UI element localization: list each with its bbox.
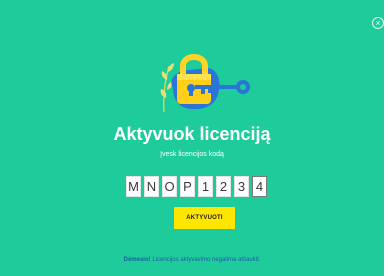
license-activation-panel: × Aktyvuok licenciją Įvesk licencijos ko…: [0, 0, 384, 276]
activate-button[interactable]: AKTYVUOTI: [174, 207, 235, 229]
license-code-char-6[interactable]: [216, 176, 231, 197]
notice-text: Licencijos aktyvavimo negalima atšaukti.: [152, 257, 261, 263]
license-code-label: Įvesk licencijos kodą: [160, 151, 224, 158]
leaf-icon: [160, 63, 174, 112]
activation-notice: Dėmesio! Licencijos aktyvavimo negalima …: [0, 257, 384, 263]
notice-emphasis: Dėmesio!: [123, 257, 151, 263]
license-code-char-3[interactable]: [162, 176, 177, 197]
license-code-inputs: [126, 176, 267, 197]
license-code-char-1[interactable]: [126, 176, 141, 197]
page-title: Aktyvuok licenciją: [113, 124, 271, 144]
license-code-char-2[interactable]: [144, 176, 159, 197]
license-code-char-4[interactable]: [180, 176, 195, 197]
license-code-char-5[interactable]: [198, 176, 213, 197]
license-code-char-7[interactable]: [234, 176, 249, 197]
padlock-key-illustration: [160, 54, 250, 112]
close-icon[interactable]: ×: [372, 17, 384, 29]
license-code-char-8[interactable]: [252, 176, 267, 197]
